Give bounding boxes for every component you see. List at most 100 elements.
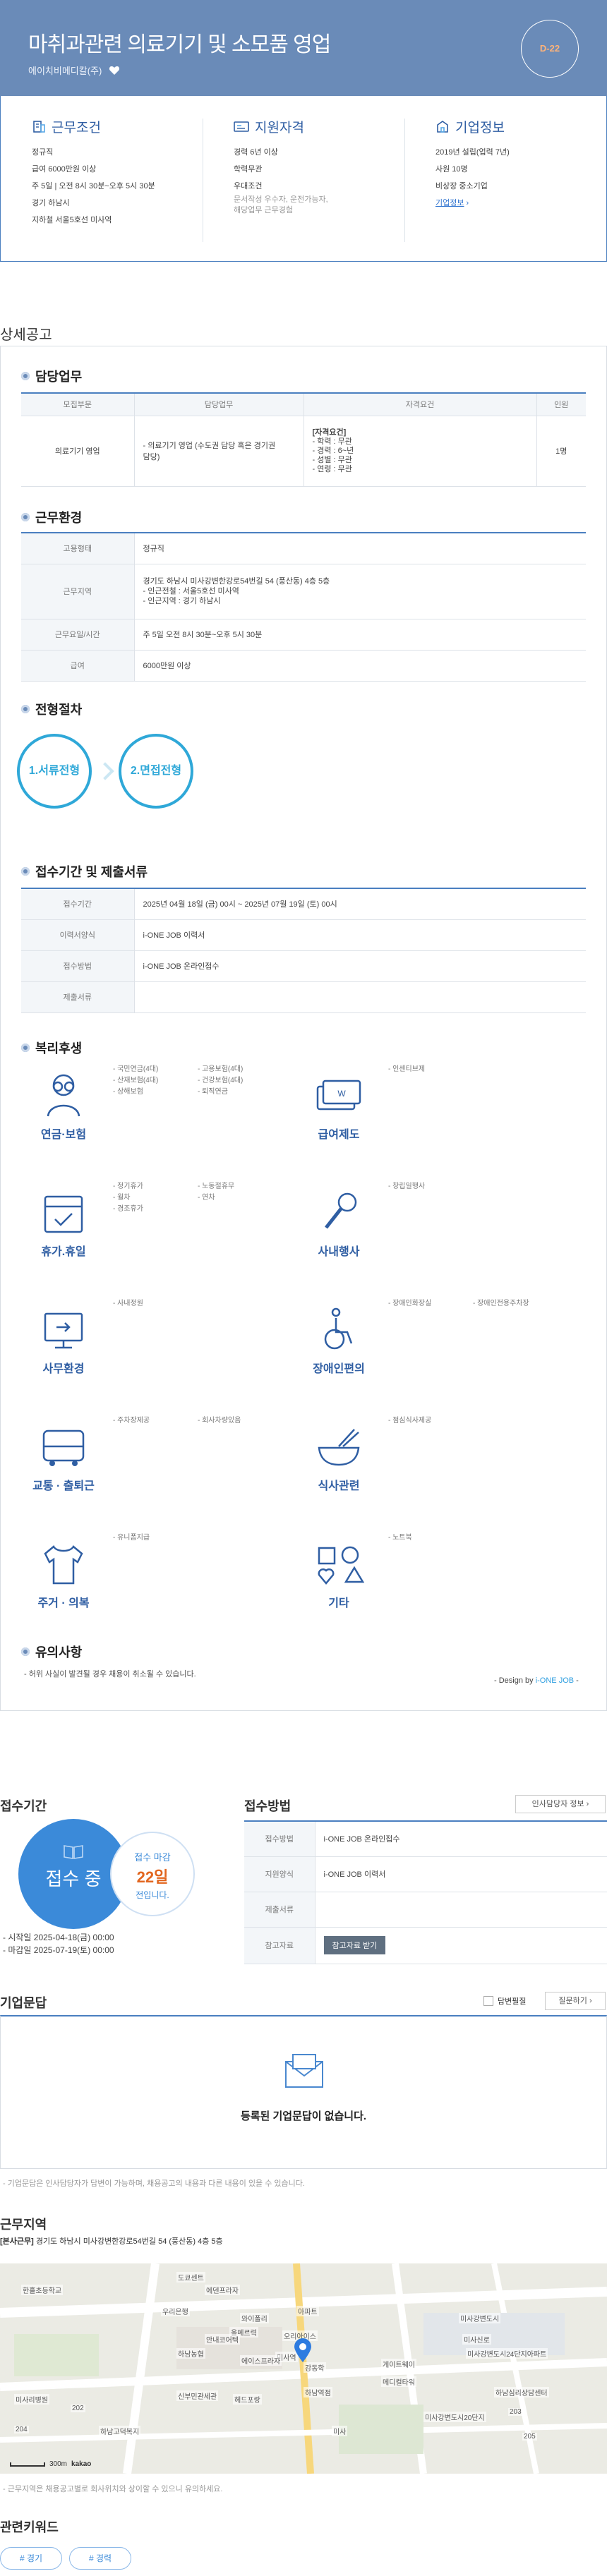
apply-heading: 접수기간 및 제출서류	[21, 862, 148, 881]
env-table: 고용형태 정규직 근무지역 경기도 하남시 미사강변한강로54번길 54 (풍산동)…	[21, 532, 586, 682]
company-item: 2019년 설립(업력 7년)	[435, 148, 510, 157]
table-cell: 정규직	[134, 533, 586, 564]
duty-heading: 담당업무	[21, 367, 82, 385]
welfare-label: 주거 · 의복	[37, 1597, 90, 1609]
answered-filter[interactable]: 답변필질	[483, 1995, 526, 2007]
bus-icon	[42, 1429, 85, 1466]
table-cell: 2025년 04월 18일 (금) 00시 ~ 2025년 07월 19일 (토…	[134, 888, 586, 920]
work-conditions: 근무조건 정규직 급여 6000만원 이상 주 5일 | 오전 8시 30분~오…	[32, 117, 201, 229]
table-row: 고용형태 정규직	[21, 533, 586, 564]
map-label: 205	[522, 2433, 537, 2441]
summary-box: 근무조건 정규직 급여 6000만원 이상 주 5일 | 오전 8시 30분~오…	[0, 96, 607, 262]
welfare-items: - 노동절휴무 - 연차	[198, 1181, 234, 1204]
welfare-item: - 산재보험(4대)	[113, 1077, 159, 1084]
ask-question-button[interactable]: 질문하기 ›	[545, 1992, 606, 2010]
table-row: 급여 6000만원 이상	[21, 650, 586, 682]
map-label: 안내코어텍	[205, 2334, 240, 2345]
table-cell: 의료기기 영업	[21, 416, 135, 487]
map-label: 신부민관세관	[176, 2390, 219, 2401]
shapes-icon	[318, 1546, 365, 1585]
qualification-item: 학력무관	[234, 165, 263, 174]
welfare-label: 기타	[328, 1597, 349, 1609]
design-credit: - Design by i-ONE JOB -	[494, 1676, 579, 1685]
welfare-item: - 주차장제공	[113, 1417, 150, 1425]
design-prefix: - Design by	[494, 1676, 536, 1685]
keywords-title: 관련키워드	[0, 2520, 59, 2534]
keyword-tag[interactable]: # 경력	[69, 2547, 131, 2570]
heart-icon[interactable]	[109, 66, 120, 75]
cell-line: - 성별 : 무관	[312, 455, 352, 464]
company-name-text[interactable]: 에이치비메디칼(주)	[28, 66, 102, 76]
welfare-label: 사무환경	[42, 1363, 85, 1375]
answered-checkbox[interactable]	[483, 1996, 493, 2006]
map-label: 메디컬타워	[381, 2376, 416, 2387]
row-label: 제출서류	[244, 1892, 315, 1928]
table-row: 접수방법 i-ONE JOB 온라인접수	[244, 1821, 607, 1857]
qualification-item: 경력 6년 이상	[234, 148, 278, 157]
table-row: 참고자료 참고자료 받기	[244, 1927, 607, 1964]
map-label: 도쿄센트	[176, 2272, 205, 2282]
column-header: 인원	[536, 393, 586, 416]
map-label: 아파트	[296, 2306, 319, 2316]
table-cell: 참고자료 받기	[315, 1927, 607, 1964]
table-row: 제출서류	[244, 1892, 607, 1928]
glasses-person-icon	[47, 1074, 80, 1117]
duty-table: 모집부문 담당업무 자격요건 인원 의료기기 영업 - 의료기기 영업 (수도권…	[21, 392, 586, 487]
chevron-right-icon[interactable]: ›	[587, 1800, 589, 1808]
map-pin-icon[interactable]	[294, 2338, 312, 2363]
work-conditions-title: 근무조건	[52, 120, 101, 135]
cell-line: - 학력 : 무관	[312, 437, 352, 446]
map-label: 하남심리상담센터	[494, 2387, 549, 2397]
table-row: 근무지역 경기도 하남시 미사강변한강로54번길 54 (풍산동) 4층 5층 - …	[21, 564, 586, 619]
bullet-dot-icon	[21, 705, 30, 713]
cell-line: - 경력 : 6~년	[312, 446, 354, 455]
qna-title: 기업문답	[0, 1996, 47, 2010]
table-cell: 6000만원 이상	[134, 650, 586, 682]
welfare-label: 교통 · 출퇴근	[32, 1480, 95, 1492]
reference-download-button[interactable]: 참고자료 받기	[323, 1936, 386, 1954]
welfare-label: 장애인편의	[313, 1363, 365, 1375]
answered-label[interactable]: 답변필질	[498, 1995, 526, 2007]
ask-question-label[interactable]: 질문하기	[558, 1997, 587, 2005]
map[interactable]: 한홀초등학교 도쿄센트 에덴프라자 우리은행 아파트 와이폴리 울메르력 오리아이스 미사역 안내…	[0, 2263, 607, 2474]
detail-title: 상세공고	[0, 327, 52, 343]
map-label: 미사강변도시20단지	[423, 2412, 486, 2422]
keyword-tag[interactable]: # 경기	[0, 2547, 62, 2570]
welfare-item: - 장애인화장실	[388, 1300, 432, 1307]
welfare-item: - 회사차량있음	[198, 1417, 241, 1425]
table-row: 접수방법 i-ONE JOB 온라인접수	[21, 950, 586, 982]
bowl-icon	[318, 1429, 360, 1466]
remain-suffix: 전입니다.	[136, 1890, 169, 1900]
chevron-right-icon[interactable]: ›	[589, 1997, 592, 2005]
company-info-link-text[interactable]: 기업정보	[435, 199, 464, 207]
scale-label: 300m	[49, 2460, 68, 2468]
welfare-items: - 정기휴가 - 월차 - 경조휴가	[113, 1181, 143, 1215]
divider	[404, 119, 405, 242]
chevron-right-icon[interactable]: ›	[467, 199, 469, 207]
company-info-link[interactable]: 기업정보 ›	[435, 195, 605, 212]
welfare-items: - 사내정원	[113, 1298, 143, 1310]
row-label: 이력서양식	[21, 919, 135, 951]
table-row: 근무요일/시간 주 5일 오전 8시 30분~오후 5시 30분	[21, 619, 586, 651]
row-label: 접수기간	[21, 888, 135, 920]
company-name[interactable]: 에이치비메디칼(주)	[28, 64, 120, 77]
manager-info-label[interactable]: 인사담당자 정보	[532, 1800, 584, 1808]
table-cell	[134, 981, 586, 1013]
map-label: 미사리병원	[14, 2394, 49, 2405]
map-label: 하남농협	[176, 2348, 205, 2359]
map-label: 하남역점	[304, 2387, 332, 2397]
table-cell	[315, 1892, 607, 1928]
remain-circle: 접수 마감 22일 전입니다.	[110, 1832, 195, 1916]
welfare-items: - 유니폼지급	[113, 1532, 150, 1544]
bullet-dot-icon	[21, 1647, 30, 1656]
manager-info-button[interactable]: 인사담당자 정보 ›	[515, 1795, 606, 1813]
row-label: 지원양식	[244, 1856, 315, 1892]
company-item: 비상장 중소기업	[435, 182, 488, 191]
welfare-label: 휴가.휴일	[41, 1246, 86, 1258]
map-label: 미사신로	[462, 2334, 491, 2345]
microphone-icon	[325, 1192, 357, 1229]
column-header: 담당업무	[134, 393, 304, 416]
table-cell: [자격요건] - 학력 : 무관 - 경력 : 6~년 - 성별 : 무관 - 연령 :…	[304, 416, 537, 487]
job-header: 마취과관련 의료기기 및 소모품 영업 에이치비메디칼(주) D-22	[0, 0, 607, 96]
id-card-icon	[234, 121, 249, 132]
